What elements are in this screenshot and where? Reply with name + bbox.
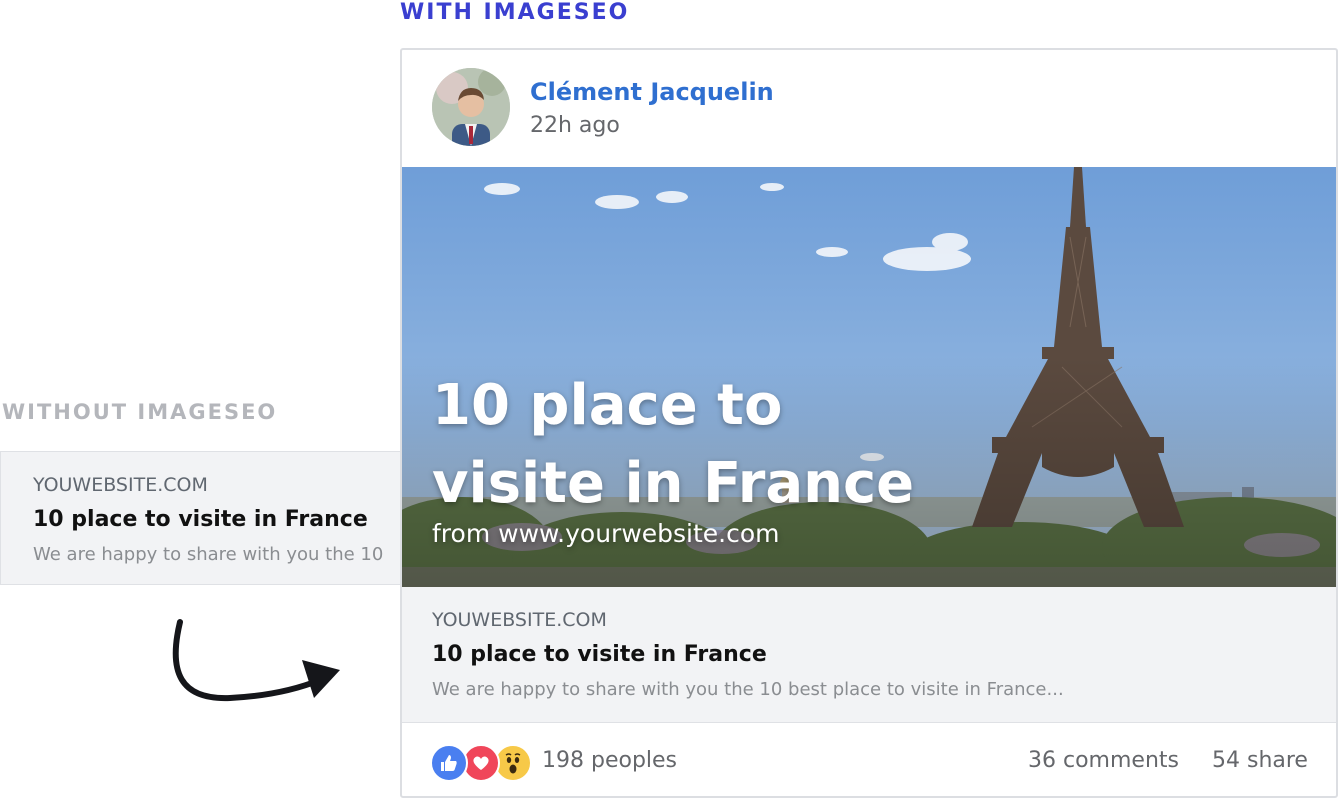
comments-count[interactable]: 36 comments <box>1028 748 1179 773</box>
link-description: We are happy to share with you the 10 be… <box>432 679 1064 700</box>
without-imageseo-label: WITHOUT IMAGESEO <box>2 400 278 424</box>
link-title: 10 place to visite in France <box>33 507 368 532</box>
link-description: We are happy to share with you the 10 <box>33 544 384 565</box>
author-name[interactable]: Clément Jacquelin <box>530 78 774 106</box>
hero-caption: 10 place to visite in France from www.yo… <box>432 367 952 548</box>
reaction-count[interactable]: 198 peoples <box>542 748 677 773</box>
reactions[interactable] <box>430 744 540 782</box>
avatar-image <box>432 68 510 146</box>
link-domain: YOUWEBSITE.COM <box>33 474 208 496</box>
social-post: Clément Jacquelin 22h ago 10 place to vi… <box>400 48 1338 798</box>
hero-image[interactable]: 10 place to visite in France from www.yo… <box>402 167 1336 587</box>
post-header: Clément Jacquelin 22h ago <box>402 50 1336 167</box>
shares-count[interactable]: 54 share <box>1212 748 1308 773</box>
hero-subtitle: from www.yourwebsite.com <box>432 519 780 548</box>
avatar[interactable] <box>432 68 510 146</box>
link-domain: YOUWEBSITE.COM <box>432 609 607 631</box>
hero-title: 10 place to visite in France <box>432 373 915 516</box>
curved-arrow-icon <box>172 619 340 702</box>
link-title: 10 place to visite in France <box>432 642 767 667</box>
link-preview-with[interactable]: YOUWEBSITE.COM 10 place to visite in Fra… <box>402 587 1336 723</box>
link-preview-without[interactable]: YOUWEBSITE.COM 10 place to visite in Fra… <box>0 451 400 585</box>
post-footer: 198 peoples 36 comments 54 share <box>402 722 1336 796</box>
with-imageseo-label: WITH IMAGESEO <box>400 0 630 25</box>
post-timestamp[interactable]: 22h ago <box>530 113 620 138</box>
like-icon <box>430 744 468 782</box>
